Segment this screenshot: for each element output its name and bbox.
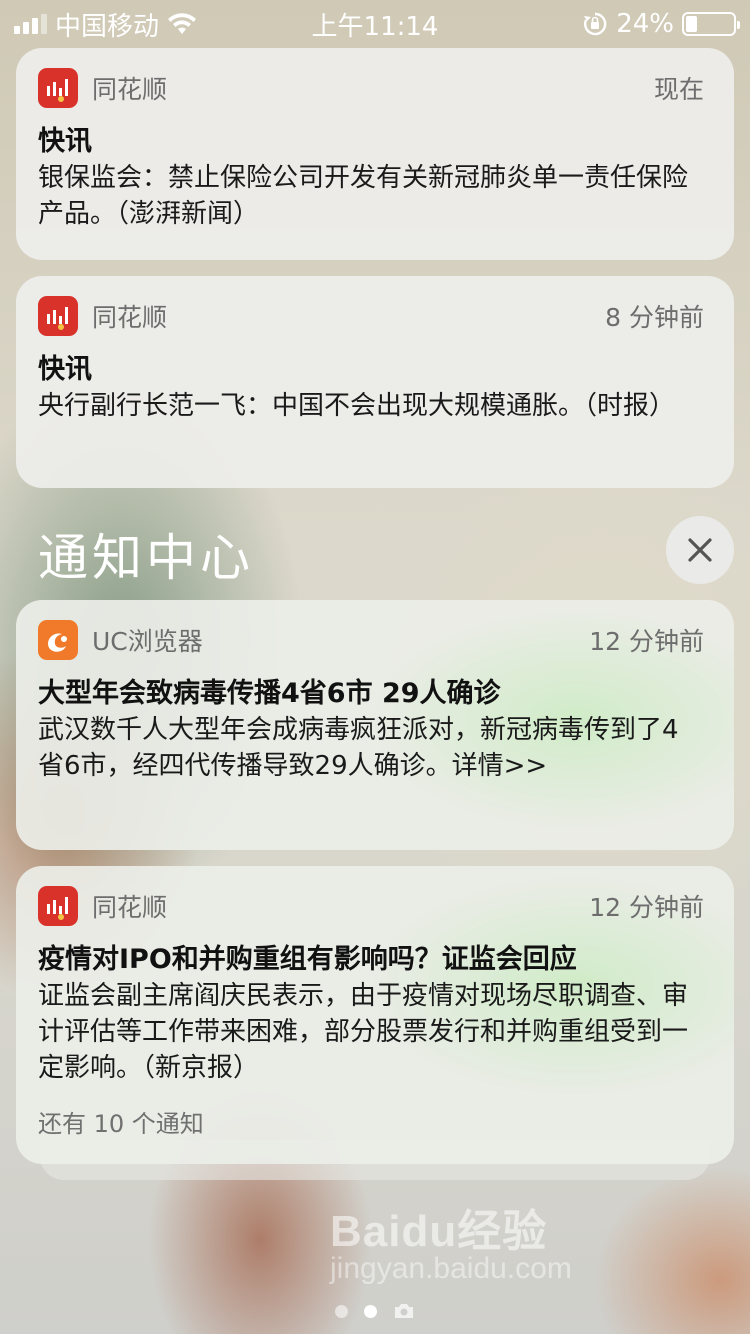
clear-notifications-button[interactable] — [666, 516, 734, 584]
notification-time: 12 分钟前 — [589, 893, 704, 922]
tonghuashun-app-icon — [38, 296, 78, 336]
app-name: 同花顺 — [92, 303, 168, 332]
notification-time: 12 分钟前 — [589, 627, 704, 656]
battery-level — [686, 16, 698, 32]
notification-title: 大型年会致病毒传播4省6市 29人确诊 — [38, 678, 501, 709]
notification-title: 快讯 — [38, 126, 92, 157]
cellular-signal-icon — [14, 14, 47, 34]
tonghuashun-app-icon — [38, 68, 78, 108]
uc-browser-app-icon — [38, 620, 78, 660]
app-name: UC浏览器 — [92, 627, 203, 656]
notification-center-title: 通知中心 — [38, 529, 254, 587]
notification-title: 疫情对IPO和并购重组有影响吗？证监会回应 — [38, 944, 577, 975]
tonghuashun-app-icon — [38, 886, 78, 926]
page-indicator — [0, 1302, 750, 1320]
notification-time: 8 分钟前 — [605, 303, 704, 332]
app-name: 同花顺 — [92, 893, 168, 922]
notification-body: 武汉数千人大型年会成病毒疯狂派对，新冠病毒传到了4省6市，经四代传播导致29人确… — [38, 715, 679, 781]
wifi-icon — [168, 13, 197, 34]
camera-icon[interactable] — [393, 1302, 415, 1320]
battery-icon — [682, 12, 740, 36]
notification-body: 央行副行长范一飞：中国不会出现大规模通胀。（时报） — [38, 391, 676, 421]
baidu-watermark-url: jingyan.baidu.com — [330, 1252, 572, 1285]
orientation-lock-icon — [584, 12, 607, 36]
notification-body: 银保监会：禁止保险公司开发有关新冠肺炎单一责任保险产品。（澎湃新闻） — [38, 163, 689, 229]
notification-group-card[interactable]: 同花顺 12 分钟前 疫情对IPO和并购重组有影响吗？证监会回应 证监会副主席阎… — [16, 866, 734, 1164]
close-icon — [688, 538, 712, 562]
page-dot-active — [364, 1304, 377, 1318]
battery-percent: 24% — [616, 9, 674, 39]
notification-card[interactable]: 同花顺 8 分钟前 快讯 央行副行长范一飞：中国不会出现大规模通胀。（时报） — [16, 276, 734, 488]
status-bar: 中国移动 上午11:14 24% — [0, 0, 750, 48]
notification-body: 证监会副主席阎庆民表示，由于疫情对现场尽职调查、审计评估等工作带来困难，部分股票… — [38, 981, 689, 1083]
notification-card[interactable]: UC浏览器 12 分钟前 大型年会致病毒传播4省6市 29人确诊 武汉数千人大型… — [16, 600, 734, 850]
notification-title: 快讯 — [38, 354, 92, 385]
app-name: 同花顺 — [92, 75, 168, 104]
page-dot — [335, 1304, 348, 1318]
notification-time: 现在 — [653, 75, 704, 104]
notification-card[interactable]: 同花顺 现在 快讯 银保监会：禁止保险公司开发有关新冠肺炎单一责任保险产品。（澎… — [16, 48, 734, 260]
more-notifications-count[interactable]: 还有 10 个通知 — [38, 1104, 704, 1139]
carrier-name: 中国移动 — [55, 11, 160, 42]
baidu-watermark: Baidu经验 — [330, 1207, 548, 1256]
